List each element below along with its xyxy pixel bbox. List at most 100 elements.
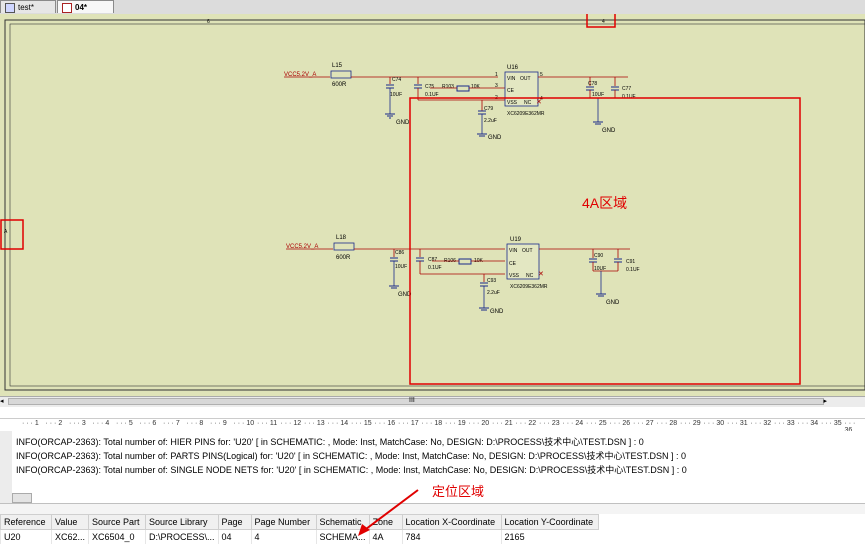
locate-zone-annotation: 定位区域: [432, 484, 485, 499]
l18-value: 600R: [336, 255, 351, 261]
l15-label: L15: [332, 63, 343, 69]
u16-pin-out: OUT: [520, 76, 531, 82]
c87-label: C87: [428, 257, 437, 263]
u19-pin-out: OUT: [522, 248, 533, 254]
u16-label: U16: [507, 65, 519, 71]
u16-pin-1: 1: [495, 72, 498, 78]
zone-label: 4A区域: [582, 195, 627, 211]
ruler-tick-label: · · · 26: [609, 420, 631, 427]
c78-label: C78: [588, 81, 597, 87]
c86-value: 10UF: [395, 264, 407, 270]
u16-pin-nc: NC: [524, 100, 532, 106]
ruler-tick-label: · · · 2: [45, 420, 63, 427]
column-header[interactable]: Source Part: [88, 514, 147, 530]
u19-pin-vin: VIN: [509, 248, 518, 254]
u16-pin-ce: CE: [507, 88, 515, 94]
annotation-arrow: [358, 489, 419, 536]
table-row[interactable]: U20 XC62... XC6504_0 D:\PROCESS\... 04 4 SCHEM…: [0, 529, 599, 544]
c78-value: 10UF: [592, 92, 604, 98]
ruler-tick-label: · · · 23: [539, 420, 560, 427]
gnd-label-3: GND: [602, 128, 616, 134]
design-file-icon: [5, 2, 15, 13]
ruler-tick-label: · · · 19: [445, 420, 466, 427]
table-cell: 4: [250, 529, 317, 544]
ruler-tick-label: · · · 22: [515, 420, 537, 427]
u19-pin-nc: NC: [526, 273, 534, 279]
l18-label: L18: [336, 235, 347, 241]
gnd-label-5: GND: [490, 309, 504, 315]
c74-value: 10UF: [390, 92, 402, 98]
gnd-label-6: GND: [606, 300, 620, 306]
scroll-left-arrow-icon[interactable]: ◂: [0, 397, 4, 405]
u19-pin-vss: VSS: [509, 273, 520, 279]
inductor-l15: [330, 70, 352, 79]
tab-test[interactable]: test*: [0, 0, 56, 13]
c77-value: 0.1UF: [622, 94, 636, 100]
column-header[interactable]: Page: [217, 514, 252, 530]
c75-value: 0.1UF: [425, 92, 439, 98]
column-header[interactable]: Source Library: [145, 514, 219, 530]
u16-part: XC6209E362MR: [507, 111, 545, 117]
schematic-canvas[interactable]: 6 4 A VCC5.2V_A L15 600R C74 10UF GND C7…: [0, 14, 865, 396]
u19-pin-ce: CE: [509, 261, 517, 267]
column-header[interactable]: Page Number: [250, 514, 317, 530]
results-header-row: Reference Value Source Part Source Library P…: [0, 514, 599, 530]
table-cell: D:\PROCESS\...: [145, 529, 219, 544]
c93-label: C93: [487, 278, 496, 284]
ruler-tick-label: · · · 12: [280, 420, 302, 427]
table-cell: XC62...: [50, 529, 89, 544]
ruler-tick-label: · · · 11: [257, 420, 278, 427]
tab-test-label: test*: [18, 3, 35, 12]
schematic-drawing: 6 4 A VCC5.2V_A L15 600R C74 10UF GND C7…: [0, 14, 865, 391]
c87-value: 0.1UF: [428, 265, 442, 271]
scroll-right-arrow-icon[interactable]: ▸: [823, 397, 827, 405]
resistor-r103: [456, 85, 470, 92]
ldo-circuit-u16: VCC5.2V_A L15 600R C74 10UF GND C75 0.1U…: [284, 63, 636, 141]
column-header[interactable]: Reference: [0, 514, 52, 530]
table-cell: 04: [217, 529, 252, 544]
ruler-tick-label: · · · 28: [656, 420, 678, 427]
ruler-tick-label: · · · 24: [562, 420, 584, 427]
ruler-tick-label: · · · 13: [304, 420, 325, 427]
ruler-tick-label: · · · 14: [327, 420, 349, 427]
border-tick-left: A: [4, 229, 8, 235]
c86-label: C86: [395, 250, 404, 256]
table-cell: 2165: [500, 529, 599, 544]
c79-label: C79: [484, 106, 493, 112]
c74-label: C74: [392, 77, 401, 83]
document-tab-bar: test* 04*: [0, 0, 865, 15]
l15-value: 600R: [332, 82, 347, 88]
session-log-ruler: · · · 1 · · · 2 · · · 3 · · · 4 · · · 5 · · ·…: [0, 418, 865, 432]
ruler-tick-label: · · · 17: [398, 420, 419, 427]
ruler-tick-label: · · · 8: [186, 420, 204, 427]
ruler-tick-label: · · · 18: [421, 420, 443, 427]
tab-page-04-label: 04*: [75, 3, 88, 12]
ldo-circuit-u19: VCC5.2V_A L18 600R C86 10UF GND C87 0.1U…: [286, 235, 640, 315]
find-results-grid: Reference Value Source Part Source Library P…: [0, 514, 865, 551]
no-connect-mark-1: ✕: [536, 99, 542, 106]
gnd-label-2: GND: [488, 135, 502, 141]
page-inner-border: [9, 23, 865, 387]
session-log-scroll-thumb[interactable]: [12, 493, 32, 503]
ruler-tick-label: · · · 16: [374, 420, 396, 427]
c91-label: C91: [626, 259, 635, 265]
ruler-tick-label: · · · 6: [139, 420, 157, 427]
tab-page-04[interactable]: 04*: [57, 0, 114, 13]
scroll-thumb[interactable]: III: [8, 397, 824, 405]
u19-label: U19: [510, 237, 522, 243]
c77-label: C77: [622, 86, 631, 92]
u16-pin-vin: VIN: [507, 76, 516, 82]
border-tick-top-2: 4: [602, 19, 605, 25]
page-border: [4, 19, 865, 391]
ruler-tick-label: · · · 9: [210, 420, 227, 427]
ruler-tick-label: · · · 35: [821, 420, 842, 427]
column-header[interactable]: Value: [50, 514, 90, 530]
table-cell: U20: [0, 529, 52, 544]
log-line-3: INFO(ORCAP-2363): Total number of: SINGL…: [16, 465, 687, 475]
ruler-tick-label: · · · 33: [774, 420, 795, 427]
ruler-tick-label: · · · 27: [633, 420, 654, 427]
column-header[interactable]: Location Y-Coordinate: [500, 514, 599, 530]
ruler-tick-label: · · · 15: [351, 420, 372, 427]
ruler-tick-label: · · · 3: [69, 420, 86, 427]
highlight-zone-4a: [409, 97, 801, 385]
